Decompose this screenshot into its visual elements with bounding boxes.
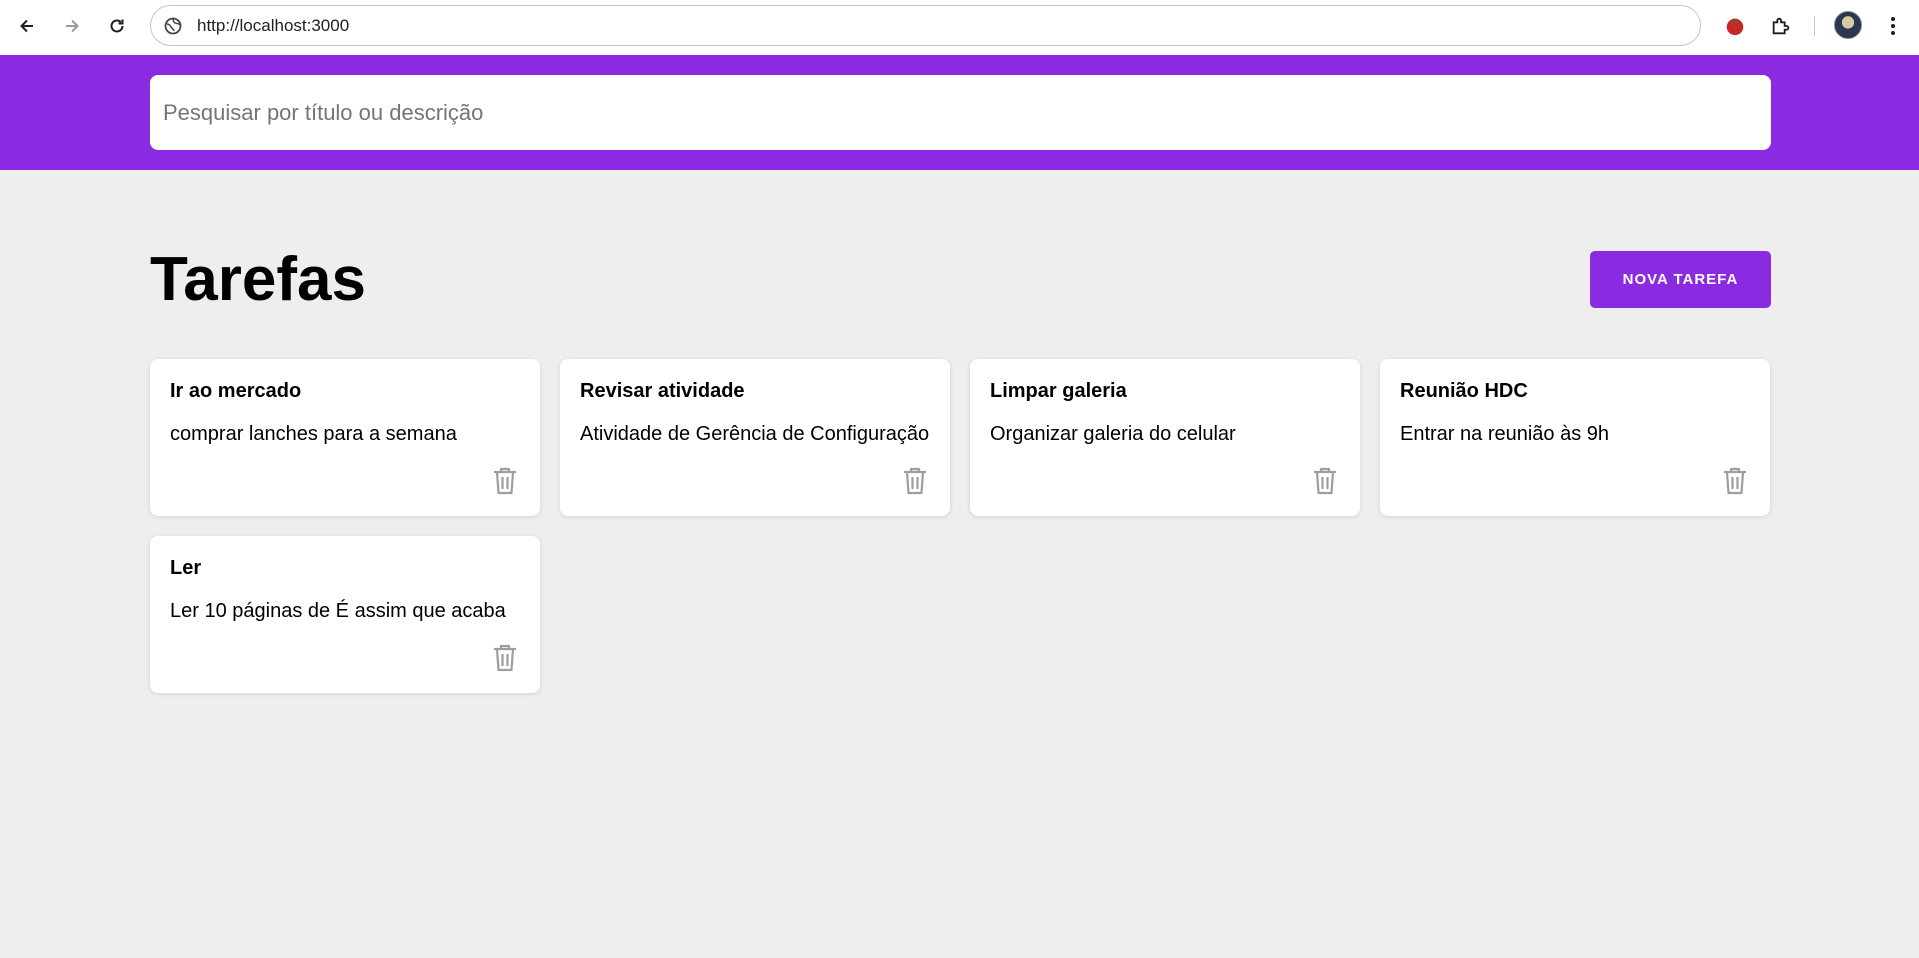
page-title: Tarefas: [150, 245, 366, 314]
task-description: Atividade de Gerência de Configuração: [580, 423, 930, 445]
task-title: Revisar atividade: [580, 380, 745, 402]
trash-icon[interactable]: [902, 466, 928, 496]
task-card: Ler Ler 10 páginas de É assim que acaba: [150, 536, 540, 693]
task-title: Ler: [170, 557, 202, 579]
back-arrow-icon[interactable]: [11, 10, 43, 42]
task-description: comprar lanches para a semana: [170, 423, 457, 445]
avatar[interactable]: [1834, 11, 1862, 39]
new-task-button[interactable]: NOVA TAREFA: [1590, 251, 1771, 308]
puzzle-extension-icon[interactable]: [1766, 11, 1796, 41]
task-description: Ler 10 páginas de É assim que acaba: [170, 600, 506, 622]
trash-icon[interactable]: [492, 466, 518, 496]
task-description: Entrar na reunião às 9h: [1400, 423, 1610, 445]
toolbar-divider: [1814, 16, 1815, 36]
task-card: Reunião HDC Entrar na reunião às 9h: [1380, 359, 1770, 516]
trash-icon[interactable]: [492, 643, 518, 673]
site-info-icon[interactable]: [164, 17, 182, 35]
task-title: Reunião HDC: [1400, 380, 1528, 402]
app-header: [0, 55, 1919, 170]
kebab-menu-icon[interactable]: [1878, 11, 1908, 41]
task-description: Organizar galeria do celular: [990, 423, 1236, 445]
address-bar[interactable]: http://localhost:3000: [150, 5, 1701, 46]
trash-icon[interactable]: [1722, 466, 1748, 496]
task-card: Revisar atividade Atividade de Gerência …: [560, 359, 950, 516]
task-title: Limpar galeria: [990, 380, 1127, 402]
forward-arrow-icon[interactable]: [56, 10, 88, 42]
task-grid: Ir ao mercado comprar lanches para a sem…: [150, 359, 1771, 693]
task-card: Limpar galeria Organizar galeria do celu…: [970, 359, 1360, 516]
url-text: http://localhost:3000: [197, 15, 350, 35]
search-input[interactable]: [150, 75, 1771, 150]
reload-icon[interactable]: [101, 10, 133, 42]
browser-toolbar: http://localhost:3000: [0, 0, 1919, 55]
task-title: Ir ao mercado: [170, 380, 302, 402]
trash-icon[interactable]: [1312, 466, 1338, 496]
tomato-extension-icon[interactable]: [1720, 11, 1750, 41]
task-card: Ir ao mercado comprar lanches para a sem…: [150, 359, 540, 516]
